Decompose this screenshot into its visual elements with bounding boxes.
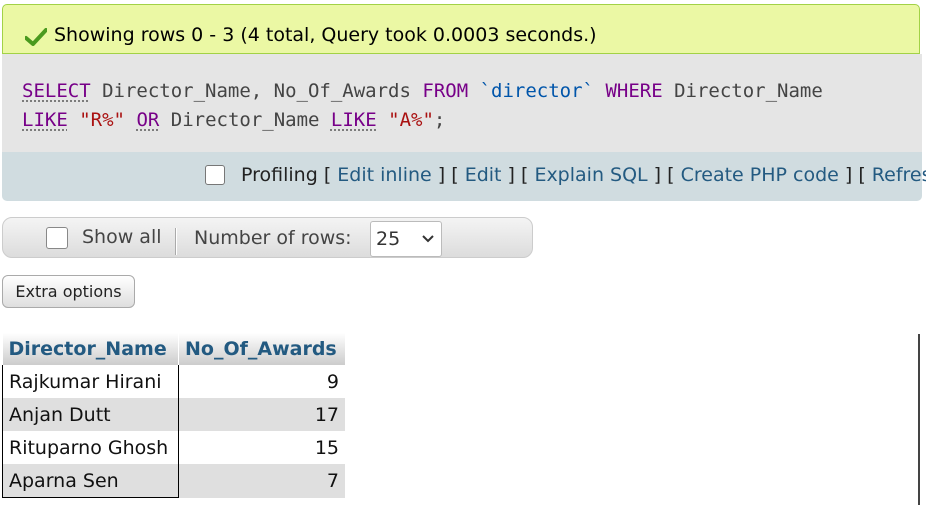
extra-options-button[interactable]: Extra options (2, 275, 135, 308)
success-message: Showing rows 0 - 3 (4 total, Query took … (2, 4, 920, 54)
edit-link[interactable]: Edit (465, 164, 502, 186)
director-name-cell[interactable]: Aparna Sen (2, 464, 179, 498)
profiling-label: Profiling (241, 164, 318, 186)
sql-keyword[interactable]: OR (136, 109, 159, 131)
create-php-code-link[interactable]: Create PHP code (681, 164, 839, 186)
awards-cell[interactable]: 9 (178, 365, 345, 398)
table-row[interactable]: Rajkumar Hirani 9 (2, 365, 345, 398)
number-of-rows-select[interactable]: 25 (370, 221, 442, 257)
explain-sql-link[interactable]: Explain SQL (534, 164, 647, 186)
table-row[interactable]: Aparna Sen 7 (2, 464, 345, 498)
awards-cell[interactable]: 17 (178, 398, 345, 431)
table-row[interactable]: Anjan Dutt 17 (2, 398, 345, 431)
awards-cell[interactable]: 15 (178, 431, 345, 464)
edit-inline-link[interactable]: Edit inline (337, 164, 431, 186)
separator (175, 228, 177, 255)
refresh-link[interactable]: Refresh (872, 164, 926, 186)
scrollbar[interactable] (918, 334, 920, 505)
sql-keyword[interactable]: LIKE (22, 109, 68, 131)
sql-keyword: FROM (422, 80, 469, 102)
director-name-cell[interactable]: Rajkumar Hirani (2, 365, 179, 398)
sql-keyword[interactable]: SELECT (22, 80, 91, 102)
sql-query-box[interactable]: SELECT Director_Name, No_Of_Awards FROM … (2, 54, 922, 152)
column-header-no-of-awards[interactable]: No_Of_Awards (178, 333, 346, 365)
director-name-cell[interactable]: Anjan Dutt (2, 398, 179, 431)
status-text: Showing rows 0 - 3 (4 total, Query took … (54, 24, 597, 46)
chevron-down-icon (421, 231, 435, 250)
sql-table-name: `director` (479, 80, 594, 102)
number-of-rows-value: 25 (376, 228, 401, 250)
sql-text: Director_Name (662, 80, 823, 102)
navigation-bar: Show all Number of rows: 25 (2, 217, 533, 258)
query-tools-bar: Profiling [ Edit inline ] [ Edit ] [ Exp… (2, 152, 926, 201)
query-tools: Profiling [ Edit inline ] [ Edit ] [ Exp… (241, 164, 926, 186)
sql-keyword: WHERE (605, 80, 663, 102)
sql-query: SELECT Director_Name, No_Of_Awards FROM … (22, 80, 823, 131)
number-of-rows-label: Number of rows: (194, 227, 352, 249)
results-table: Director_Name No_Of_Awards Rajkumar Hira… (2, 333, 346, 498)
checkmark-icon (24, 28, 48, 50)
table-row[interactable]: Rituparno Ghosh 15 (2, 431, 345, 464)
show-all-label[interactable]: Show all (82, 226, 162, 248)
show-all-checkbox[interactable] (46, 227, 68, 249)
sql-string: "R%" (79, 109, 125, 131)
sql-text: Director_Name (159, 109, 331, 131)
awards-cell[interactable]: 7 (178, 464, 345, 498)
sql-string: "A%" (388, 109, 434, 131)
profiling-checkbox[interactable] (205, 165, 225, 185)
sql-keyword[interactable]: LIKE (331, 109, 377, 131)
sql-text: Director_Name, No_Of_Awards (90, 80, 423, 102)
column-header-director-name[interactable]: Director_Name (2, 333, 179, 365)
director-name-cell[interactable]: Rituparno Ghosh (2, 431, 179, 464)
